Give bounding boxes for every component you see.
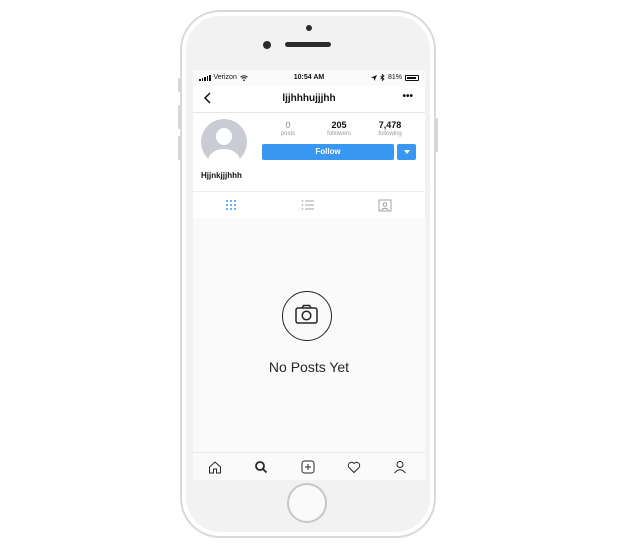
side-button-volume-down [178,136,181,160]
grid-icon[interactable] [224,198,238,212]
tagged-icon[interactable] [378,198,392,212]
stat-followers-value: 205 [331,120,347,130]
list-icon[interactable] [301,198,315,212]
home-icon[interactable] [208,460,222,474]
battery-percent: 81% [387,74,402,81]
stat-posts-label: posts [280,131,296,137]
battery-icon [405,74,419,81]
front-camera [263,41,271,49]
profile-nav-bar: ljjhhhujjjhh ••• [193,86,425,113]
profile-view-tabs [193,191,425,219]
add-post-icon[interactable] [301,460,315,474]
side-button-volume-up [178,105,181,129]
earpiece-speaker [285,42,331,47]
bluetooth-icon [380,74,385,81]
camera-icon [282,291,332,341]
location-icon [370,74,377,81]
empty-posts-area: No Posts Yet [193,218,425,452]
stat-followers[interactable]: 205 followers [314,120,364,137]
side-button-silent [178,78,181,92]
stat-posts: 0 posts [263,120,313,137]
profile-icon[interactable] [393,460,407,474]
avatar [201,119,247,165]
profile-username-title: ljjhhhujjjhh [282,93,336,104]
front-sensor [306,25,312,31]
activity-heart-icon[interactable] [347,460,361,474]
side-button-power [435,118,438,152]
follow-button[interactable]: Follow [262,144,394,160]
empty-state-text: No Posts Yet [268,359,350,375]
screen: Verizon 10:54 AM 81% ljjhhhujjjhh ••• Hj… [193,70,425,480]
suggested-dropdown-button[interactable] [397,144,416,160]
stat-following[interactable]: 7,478 following [365,120,415,137]
bottom-tab-bar [193,452,425,480]
status-right-group: 81% [370,74,419,81]
stat-following-value: 7,478 [378,120,402,130]
stat-posts-value: 0 [285,120,291,130]
profile-header: Hjjnkjjjhhh 0 posts 205 followers 7,478 … [193,113,425,191]
status-bar: Verizon 10:54 AM 81% [193,70,425,86]
stat-followers-label: followers [327,131,351,137]
stat-following-label: following [378,131,402,137]
profile-display-name: Hjjnkjjjhhh [201,171,242,180]
search-icon[interactable] [254,460,268,474]
home-button[interactable] [287,483,327,523]
more-options-icon[interactable]: ••• [402,91,413,102]
